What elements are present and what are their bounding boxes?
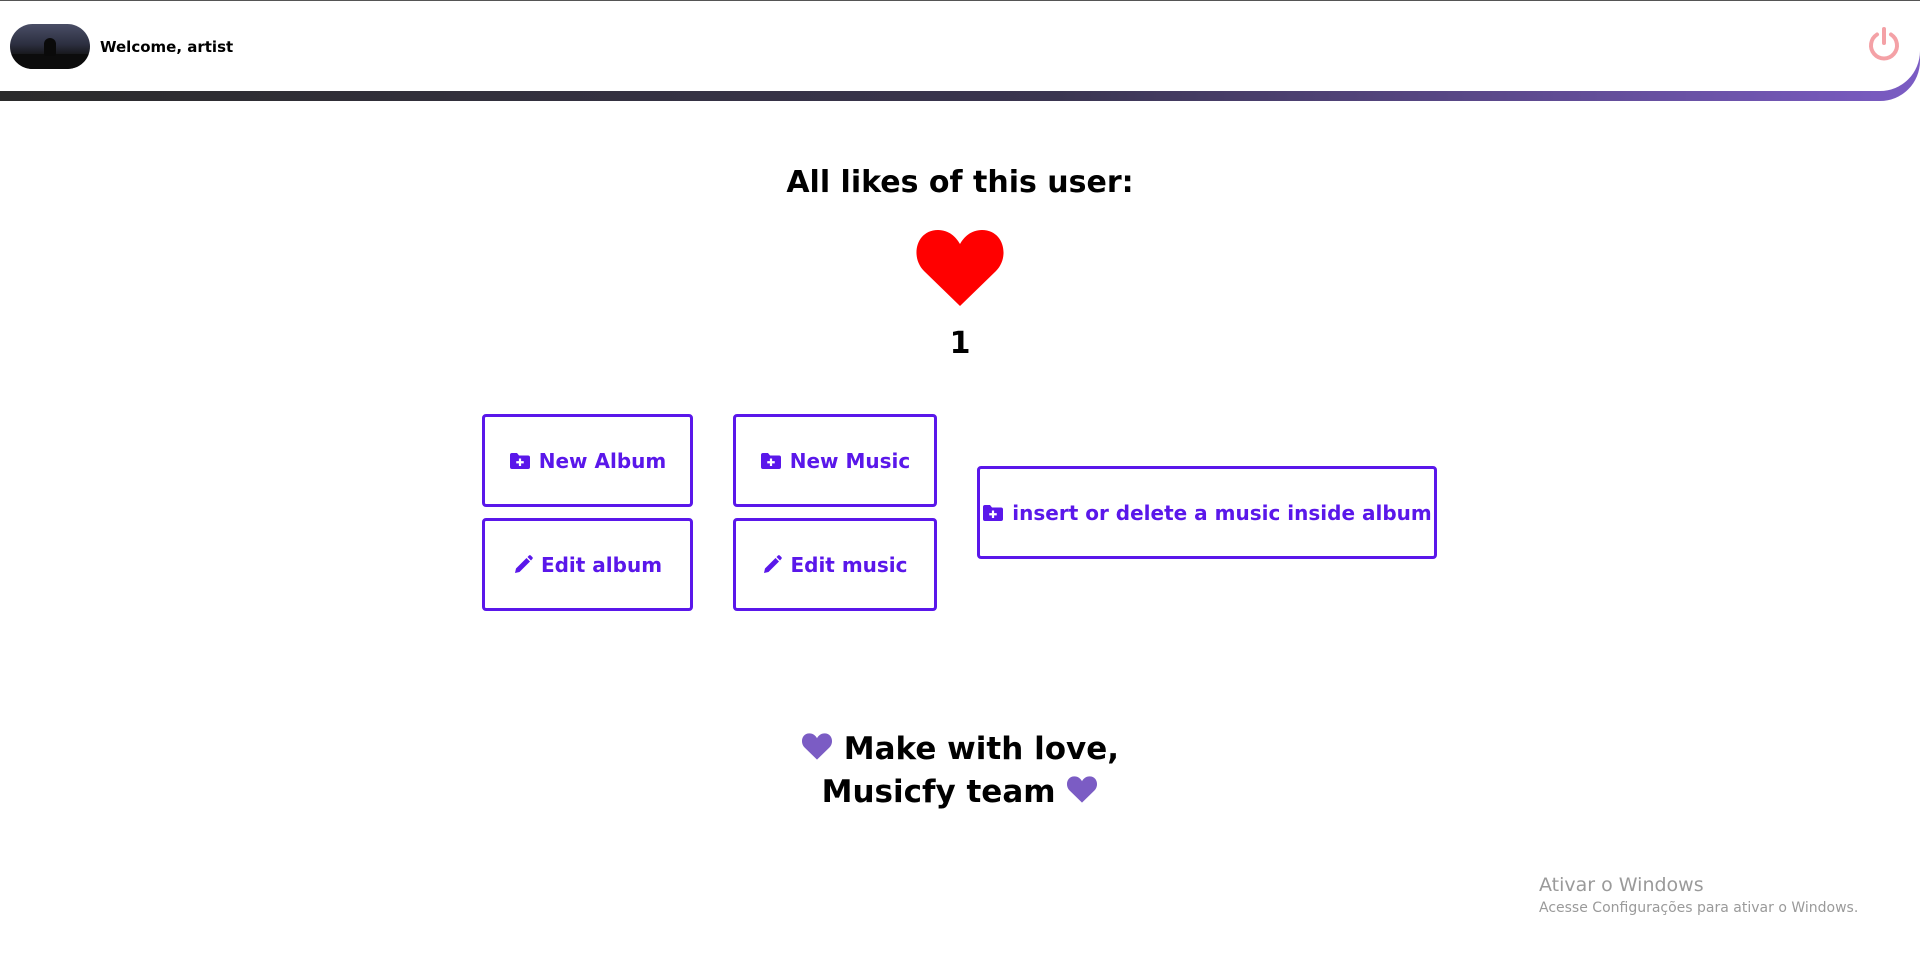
new-album-label: New Album xyxy=(538,448,667,473)
pencil-icon xyxy=(514,554,533,573)
insert-delete-label: insert or delete a music inside album xyxy=(1012,500,1432,525)
footer-line-2: Musicfy team xyxy=(0,771,1920,814)
edit-album-label: Edit album xyxy=(540,552,663,577)
welcome-text: Welcome, artist xyxy=(100,38,234,56)
logout-button[interactable] xyxy=(1864,24,1904,64)
likes-count: 1 xyxy=(949,326,971,361)
new-album-button[interactable]: New Album xyxy=(482,414,693,507)
footer-text-1: Make with love, xyxy=(843,731,1120,767)
avatar-figure xyxy=(44,38,56,56)
edit-music-label: Edit music xyxy=(790,552,908,577)
page-title: All likes of this user: xyxy=(786,165,1134,200)
heart-icon xyxy=(801,733,832,760)
heart-icon xyxy=(916,230,1004,306)
heart-icon xyxy=(1067,776,1098,803)
footer: Make with love, Musicfy team xyxy=(0,728,1920,814)
folder-plus-icon xyxy=(760,452,781,469)
edit-music-button[interactable]: Edit music xyxy=(733,518,937,611)
footer-text-2: Musicfy team xyxy=(821,774,1056,810)
insert-delete-music-button[interactable]: insert or delete a music inside album xyxy=(977,466,1437,559)
footer-line-1: Make with love, xyxy=(0,728,1920,771)
folder-plus-icon xyxy=(983,504,1004,521)
folder-plus-icon xyxy=(509,452,530,469)
avatar[interactable] xyxy=(10,24,90,69)
navbar: Welcome, artist xyxy=(0,1,1920,101)
edit-album-button[interactable]: Edit album xyxy=(482,518,693,611)
avatar-ground xyxy=(10,54,90,69)
navbar-inner: Welcome, artist xyxy=(0,1,1920,91)
os-activation-subtitle: Acesse Configurações para ativar o Windo… xyxy=(1539,900,1859,916)
new-music-label: New Music xyxy=(789,448,911,473)
pencil-icon xyxy=(764,554,783,573)
new-music-button[interactable]: New Music xyxy=(733,414,937,507)
power-icon xyxy=(1869,27,1899,61)
os-activation-title: Ativar o Windows xyxy=(1539,874,1704,896)
